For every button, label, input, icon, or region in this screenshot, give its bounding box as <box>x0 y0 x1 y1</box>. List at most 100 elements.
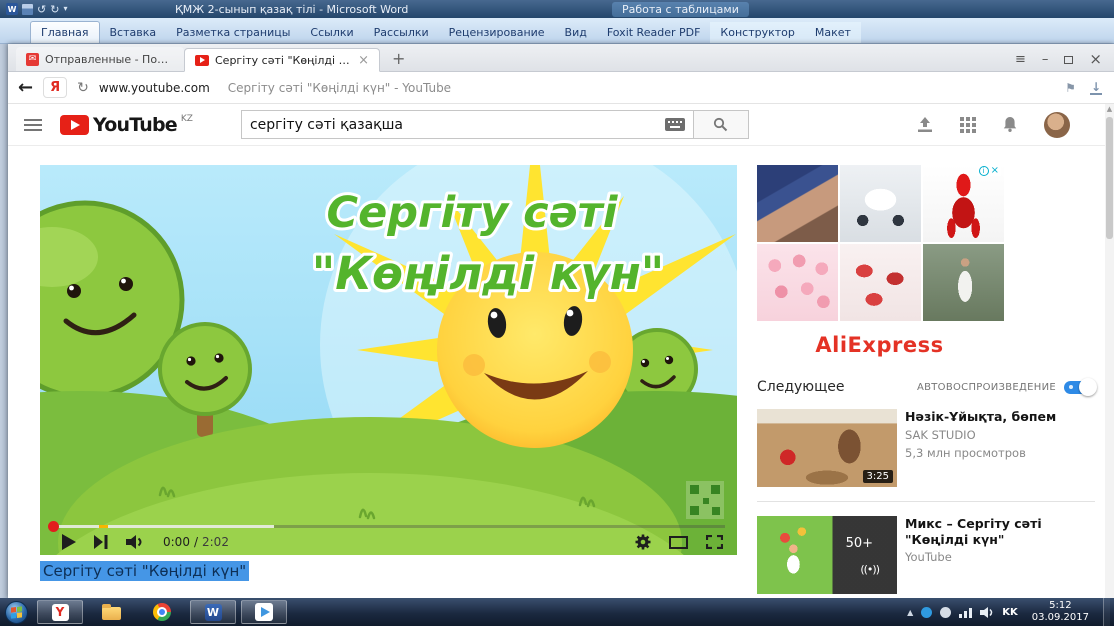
tray-app-icon[interactable] <box>921 607 932 618</box>
video-page-title[interactable]: Сергіту сәті "Көңілді күн" <box>40 561 249 581</box>
ribbon-tab-mailings[interactable]: Рассылки <box>364 22 439 43</box>
suggestion-channel: SAK STUDIO <box>905 428 1095 443</box>
screen: W ↺ ↻ ▾ ҚМЖ 2-сынып қазақ тілі - Microso… <box>0 0 1114 626</box>
address-bar[interactable]: www.youtube.com Сергіту сәті "Көңілді кү… <box>99 81 1055 95</box>
apps-grid-icon[interactable] <box>960 117 976 133</box>
player-controls-right <box>635 534 723 550</box>
ribbon-tab-page-layout[interactable]: Разметка страницы <box>166 22 300 43</box>
chrome-icon <box>153 603 171 621</box>
suggestion-thumbnail[interactable]: 3:25 <box>757 409 897 487</box>
ad-thumbnail[interactable] <box>840 244 921 321</box>
ad-thumbnail[interactable] <box>923 165 1004 242</box>
time-display: 0:00 / 2:02 <box>163 535 229 549</box>
ribbon-tab-insert[interactable]: Вставка <box>100 22 167 43</box>
save-icon[interactable] <box>22 4 33 15</box>
suggestion-item[interactable]: 3:25 Нәзік-Ұйықта, бөпем SAK STUDIO 5,3 … <box>757 409 1095 487</box>
undo-icon[interactable]: ↺ <box>37 4 46 15</box>
ribbon-tab-view[interactable]: Вид <box>555 22 597 43</box>
quick-access-dropdown-icon[interactable]: ▾ <box>63 5 67 13</box>
browser-tab-mail[interactable]: ✉ Отправленные - Почта Ma <box>16 47 184 71</box>
keyboard-icon[interactable] <box>665 118 685 131</box>
close-button[interactable]: × <box>1089 52 1102 67</box>
bookmark-flag-icon[interactable]: ⚑ <box>1065 81 1076 95</box>
ad-thumbnail[interactable] <box>923 244 1004 321</box>
settings-gear-icon[interactable] <box>635 534 651 550</box>
ad-thumbnail[interactable] <box>840 165 921 242</box>
suggestion-views: 5,3 млн просмотров <box>905 446 1095 461</box>
ad-brand-link[interactable]: AliExpress <box>757 333 1002 357</box>
youtube-logo[interactable]: YouTube KZ <box>60 114 193 136</box>
back-icon[interactable]: ← <box>18 77 33 98</box>
taskbar-yandex-browser[interactable]: Y <box>37 600 83 624</box>
suggestion-title[interactable]: Нәзік-Ұйықта, бөпем <box>905 409 1095 425</box>
volume-icon[interactable] <box>126 535 145 549</box>
network-icon[interactable] <box>959 607 972 618</box>
refresh-icon[interactable]: ↻ <box>77 80 89 96</box>
play-icon[interactable] <box>62 534 76 550</box>
playhead[interactable] <box>48 521 59 532</box>
tab-close-icon[interactable]: × <box>358 53 369 68</box>
taskbar-clock[interactable]: 5:12 03.09.2017 <box>1026 600 1095 625</box>
language-indicator[interactable]: KK <box>1002 607 1018 618</box>
progress-bar[interactable] <box>52 525 725 528</box>
suggestion-title[interactable]: Микс – Сергіту сәті "Көңілді күн" <box>905 516 1095 547</box>
ribbon-tab-foxit[interactable]: Foxit Reader PDF <box>597 22 711 43</box>
search-box <box>241 110 693 139</box>
ad-thumbnail[interactable] <box>757 165 838 242</box>
browser-tabstrip: ✉ Отправленные - Почта Ma Сергіту сәті "… <box>8 44 1114 72</box>
ad-thumbnail[interactable] <box>757 244 838 321</box>
browser-menu-icon[interactable]: ≡ <box>1015 53 1026 66</box>
upload-icon[interactable] <box>916 117 934 133</box>
autoplay-toggle[interactable] <box>1064 381 1095 394</box>
start-button[interactable] <box>0 598 32 626</box>
tray-app-icon[interactable] <box>940 607 951 618</box>
theater-mode-icon[interactable] <box>669 536 688 549</box>
suggestion-item[interactable]: 50+ ((•)) Микс – Сергіту сәті "Көңілді к… <box>757 516 1095 594</box>
hamburger-menu-icon[interactable] <box>24 119 42 131</box>
toolbar-icons: ⚑ ↓ <box>1065 81 1104 95</box>
browser-window-controls: ≡ – × <box>1003 52 1114 71</box>
ribbon-tab-home[interactable]: Главная <box>30 21 100 43</box>
ribbon-tab-design[interactable]: Конструктор <box>710 22 804 43</box>
page-scrollbar[interactable]: ▲ <box>1105 104 1114 598</box>
search-button[interactable] <box>693 110 749 139</box>
maximize-button[interactable] <box>1064 56 1073 64</box>
video-player[interactable]: Сергіту сәті "Көңілді күн" <box>40 165 737 555</box>
autoplay-control: АВТОВОСПРОИЗВЕДЕНИЕ <box>917 381 1095 394</box>
fullscreen-icon[interactable] <box>706 535 723 549</box>
redo-icon[interactable]: ↻ <box>50 4 59 15</box>
minimize-button[interactable]: – <box>1042 53 1049 66</box>
new-tab-button[interactable]: + <box>380 49 417 71</box>
progress-buffered <box>52 525 274 528</box>
word-app-icon[interactable]: W <box>6 3 18 15</box>
search-input[interactable] <box>250 117 665 133</box>
video-overlay-title-line1: Сергіту сәті <box>327 188 619 238</box>
ribbon-tab-review[interactable]: Рецензирование <box>439 22 555 43</box>
page-title-text: Сергіту сәті "Көңілді күн" - YouTube <box>228 81 451 95</box>
taskbar-explorer[interactable] <box>88 600 134 624</box>
yandex-button[interactable]: Я <box>43 77 67 98</box>
show-desktop-button[interactable] <box>1103 598 1110 626</box>
ribbon-tab-references[interactable]: Ссылки <box>300 22 363 43</box>
youtube-region-label: KZ <box>181 114 193 124</box>
hidden-icons-arrow[interactable]: ▲ <box>907 608 913 617</box>
scrollbar-up-icon[interactable]: ▲ <box>1105 104 1114 115</box>
browser-tab-youtube[interactable]: Сергіту сәті "Көңілді күн" × <box>184 48 380 72</box>
notifications-bell-icon[interactable] <box>1002 116 1018 133</box>
ad-info-icon[interactable]: i <box>979 166 989 176</box>
download-icon[interactable]: ↓ <box>1090 81 1102 95</box>
ad-close-icon[interactable]: × <box>991 166 999 176</box>
volume-tray-icon[interactable] <box>980 607 994 618</box>
ad-banner[interactable]: i × <box>757 165 1002 321</box>
word-icon: W <box>205 604 222 621</box>
scrollbar-thumb[interactable] <box>1106 117 1113 239</box>
avatar[interactable] <box>1044 112 1070 138</box>
taskbar-chrome[interactable] <box>139 600 185 624</box>
mix-thumbnail[interactable]: 50+ ((•)) <box>757 516 897 594</box>
sidebar-divider <box>757 501 1095 502</box>
taskbar-media-player[interactable] <box>241 600 287 624</box>
next-icon[interactable] <box>94 535 108 549</box>
ribbon-tab-layout[interactable]: Макет <box>805 22 861 43</box>
media-player-icon <box>255 603 273 621</box>
taskbar-word[interactable]: W <box>190 600 236 624</box>
